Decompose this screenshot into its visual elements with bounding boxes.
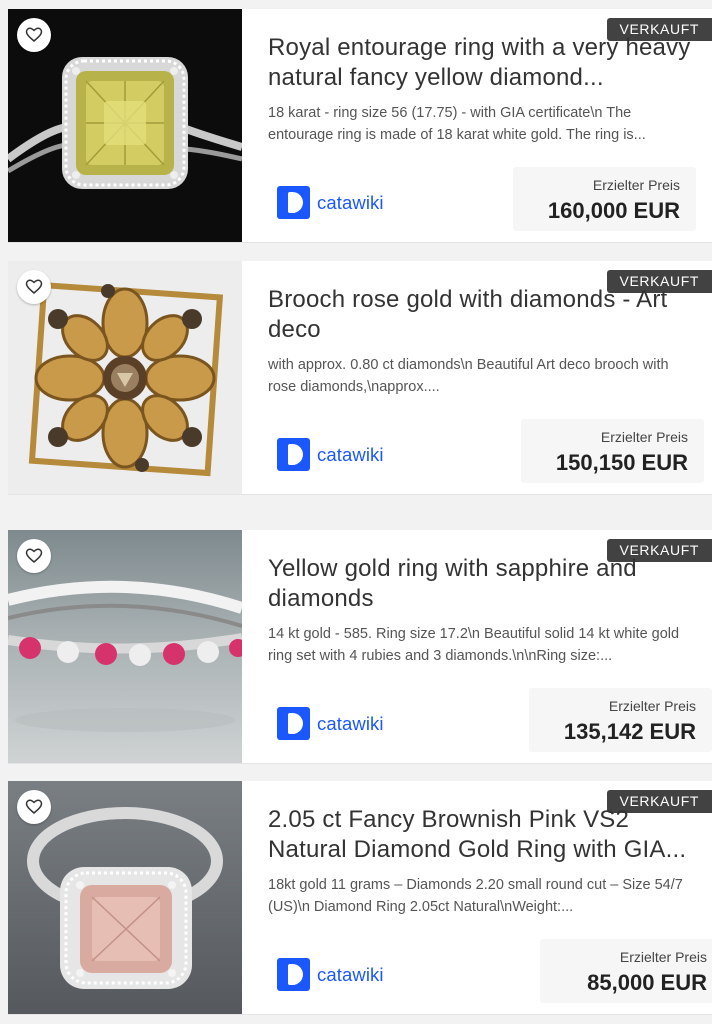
price-box: Erzielter Preis 135,142 EUR [529, 688, 712, 752]
catawiki-logo-icon [277, 438, 310, 471]
catawiki-logo-icon [277, 958, 310, 991]
listing-description: with approx. 0.80 ct diamonds\n Beautifu… [268, 357, 669, 395]
price-label: Erzielter Preis [608, 698, 696, 714]
brand-name: catawiki [317, 191, 384, 213]
price-value: 150,150 EUR [555, 450, 688, 475]
brand-name: catawiki [317, 963, 384, 985]
listing-card[interactable]: VERKAUFT 2.05 ct Fancy Brownish Pink VS2… [8, 781, 712, 1015]
listing-card[interactable]: VERKAUFT Royal entourage ring with a ver… [8, 9, 712, 243]
price-value: 85,000 EUR [587, 970, 707, 995]
favorite-button[interactable] [17, 790, 51, 824]
heart-outline-icon [25, 548, 43, 563]
listing-title[interactable]: 2.05 ct Fancy Brownish Pink VS2 Natural … [268, 805, 698, 865]
price-value: 160,000 EUR [547, 198, 680, 223]
listing-title[interactable]: Yellow gold ring with sapphire and diamo… [268, 554, 698, 614]
brand-name: catawiki [317, 712, 384, 734]
catawiki-logo-icon [277, 707, 310, 740]
price-value: 135,142 EUR [563, 719, 696, 744]
brand-name: catawiki [317, 443, 384, 465]
heart-outline-icon [25, 27, 43, 42]
listing-title[interactable]: Royal entourage ring with a very heavy n… [268, 33, 698, 93]
brand-logo: catawiki [277, 958, 384, 991]
favorite-button[interactable] [17, 539, 51, 573]
brand-logo: catawiki [277, 707, 384, 740]
brand-logo: catawiki [277, 186, 384, 219]
brand-logo: catawiki [277, 438, 384, 471]
price-box: Erzielter Preis 160,000 EUR [513, 167, 696, 231]
listing-title[interactable]: Brooch rose gold with diamonds - Art dec… [268, 285, 698, 345]
listing-card[interactable]: VERKAUFT Yellow gold ring with sapphire … [8, 530, 712, 764]
price-box: Erzielter Preis 85,000 EUR [540, 939, 712, 1003]
listing-card[interactable]: VERKAUFT Brooch rose gold with diamonds … [8, 261, 712, 495]
heart-outline-icon [25, 799, 43, 814]
price-box: Erzielter Preis 150,150 EUR [521, 419, 704, 483]
listing-description: 18kt gold 11 grams – Diamonds 2.20 small… [268, 877, 683, 915]
catawiki-logo-icon [277, 186, 310, 219]
favorite-button[interactable] [17, 270, 51, 304]
heart-outline-icon [25, 279, 43, 294]
listing-description: 14 kt gold - 585. Ring size 17.2\n Beaut… [268, 626, 680, 664]
favorite-button[interactable] [17, 18, 51, 52]
price-label: Erzielter Preis [592, 177, 680, 193]
price-label: Erzielter Preis [600, 429, 688, 445]
listing-description: 18 karat - ring size 56 (17.75) - with G… [268, 105, 646, 143]
price-label: Erzielter Preis [619, 949, 707, 965]
